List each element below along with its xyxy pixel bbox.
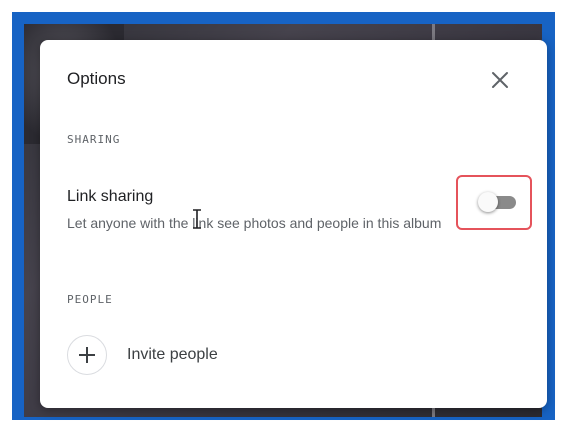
people-section-label: PEOPLE bbox=[67, 293, 113, 306]
close-icon bbox=[492, 72, 508, 88]
invite-icon-circle bbox=[67, 335, 107, 375]
dialog-title: Options bbox=[67, 69, 126, 88]
link-sharing-title: Link sharing bbox=[67, 188, 154, 205]
invite-people-label: Invite people bbox=[127, 346, 218, 363]
toggle-thumb bbox=[478, 192, 498, 212]
options-dialog: Options SHARING Link sharing Let anyone … bbox=[40, 40, 547, 408]
sharing-section-label: SHARING bbox=[67, 133, 121, 146]
invite-people-button[interactable]: Invite people bbox=[67, 334, 287, 376]
close-button[interactable] bbox=[486, 66, 514, 94]
link-sharing-toggle[interactable] bbox=[478, 192, 518, 212]
plus-icon bbox=[79, 347, 95, 363]
text-cursor-icon bbox=[193, 209, 201, 229]
link-sharing-description: Let anyone with the link see photos and … bbox=[67, 215, 442, 231]
